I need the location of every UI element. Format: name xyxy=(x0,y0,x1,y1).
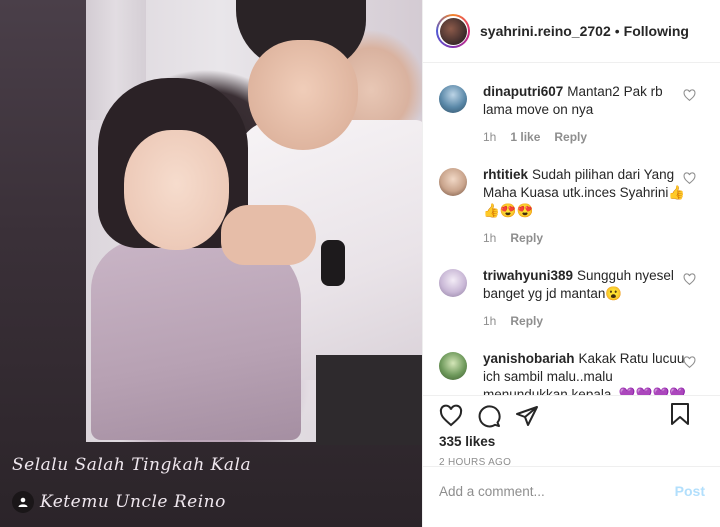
profile-avatar[interactable] xyxy=(436,14,470,48)
comment-username[interactable]: yanishobariah xyxy=(483,351,575,366)
photo-man-pants xyxy=(316,355,422,445)
photo-watch xyxy=(321,240,345,286)
media-caption: Selalu Salah Tingkah Kala Ketemu Uncle R… xyxy=(12,455,412,513)
heart-icon xyxy=(439,404,463,427)
comment-likes[interactable]: 1 like xyxy=(510,128,540,146)
comment-username[interactable]: dinaputri607 xyxy=(483,84,563,99)
post-media[interactable]: Selalu Salah Tingkah Kala Ketemu Uncle R… xyxy=(0,0,422,527)
add-comment-bar: Post xyxy=(423,466,720,515)
reply-button[interactable]: Reply xyxy=(554,128,587,146)
photo-hand xyxy=(221,205,316,265)
heart-icon[interactable] xyxy=(683,172,696,185)
heart-icon[interactable] xyxy=(683,356,696,369)
header-separator: • xyxy=(614,23,620,39)
post-actions: 335 likes 2 HOURS AGO Post xyxy=(423,395,720,515)
like-button[interactable] xyxy=(439,404,463,428)
header-username[interactable]: syahrini.reino_2702 xyxy=(480,23,611,39)
comment-item: dinaputri607 Mantan2 Pak rb lama move on … xyxy=(439,63,704,146)
photo-girl-face xyxy=(124,130,229,250)
user-tag-icon[interactable] xyxy=(12,491,34,513)
post-photo[interactable] xyxy=(86,0,422,445)
comment-time[interactable]: 1h xyxy=(483,128,496,146)
share-button[interactable] xyxy=(515,404,539,428)
post-comment-button[interactable]: Post xyxy=(675,483,705,499)
send-icon xyxy=(516,406,538,426)
comment-username[interactable]: rhtitiek xyxy=(483,167,528,182)
photo-girl-dress xyxy=(91,240,301,440)
post-sidebar: syahrini.reino_2702 • Following dinaputr… xyxy=(422,0,720,527)
comment-time[interactable]: 1h xyxy=(483,312,496,330)
bookmark-icon xyxy=(671,403,689,425)
comment-item: rhtitiek Sudah pilihan dari Yang Maha Kua… xyxy=(439,146,704,247)
follow-status-button[interactable]: Following xyxy=(624,23,689,39)
comment-avatar[interactable] xyxy=(439,168,467,196)
heart-icon[interactable] xyxy=(683,89,696,102)
reply-button[interactable]: Reply xyxy=(510,312,543,330)
post-header: syahrini.reino_2702 • Following xyxy=(423,0,720,63)
comment-item: yanishobariah Kakak Ratu lucuu ich sambil… xyxy=(439,330,704,395)
comment-input[interactable] xyxy=(439,483,675,499)
comments-list[interactable]: dinaputri607 Mantan2 Pak rb lama move on … xyxy=(423,63,720,395)
comment-avatar[interactable] xyxy=(439,269,467,297)
photo-man-face xyxy=(248,40,358,150)
caption-line-2: Ketemu Uncle Reino xyxy=(40,492,226,512)
comment-avatar[interactable] xyxy=(439,85,467,113)
heart-icon[interactable] xyxy=(683,273,696,286)
comment-time[interactable]: 1h xyxy=(483,229,496,247)
caption-line-1: Selalu Salah Tingkah Kala xyxy=(12,455,252,475)
comment-button[interactable] xyxy=(477,404,501,428)
likes-count[interactable]: 335 likes xyxy=(439,434,704,449)
avatar-image xyxy=(439,17,467,45)
comment-bubble-icon xyxy=(478,405,501,428)
save-button[interactable] xyxy=(668,402,692,426)
reply-button[interactable]: Reply xyxy=(510,229,543,247)
comment-avatar[interactable] xyxy=(439,352,467,380)
comment-username[interactable]: triwahyuni389 xyxy=(483,268,573,283)
comment-item: triwahyuni389 Sungguh nyesel banget yg jd… xyxy=(439,247,704,330)
